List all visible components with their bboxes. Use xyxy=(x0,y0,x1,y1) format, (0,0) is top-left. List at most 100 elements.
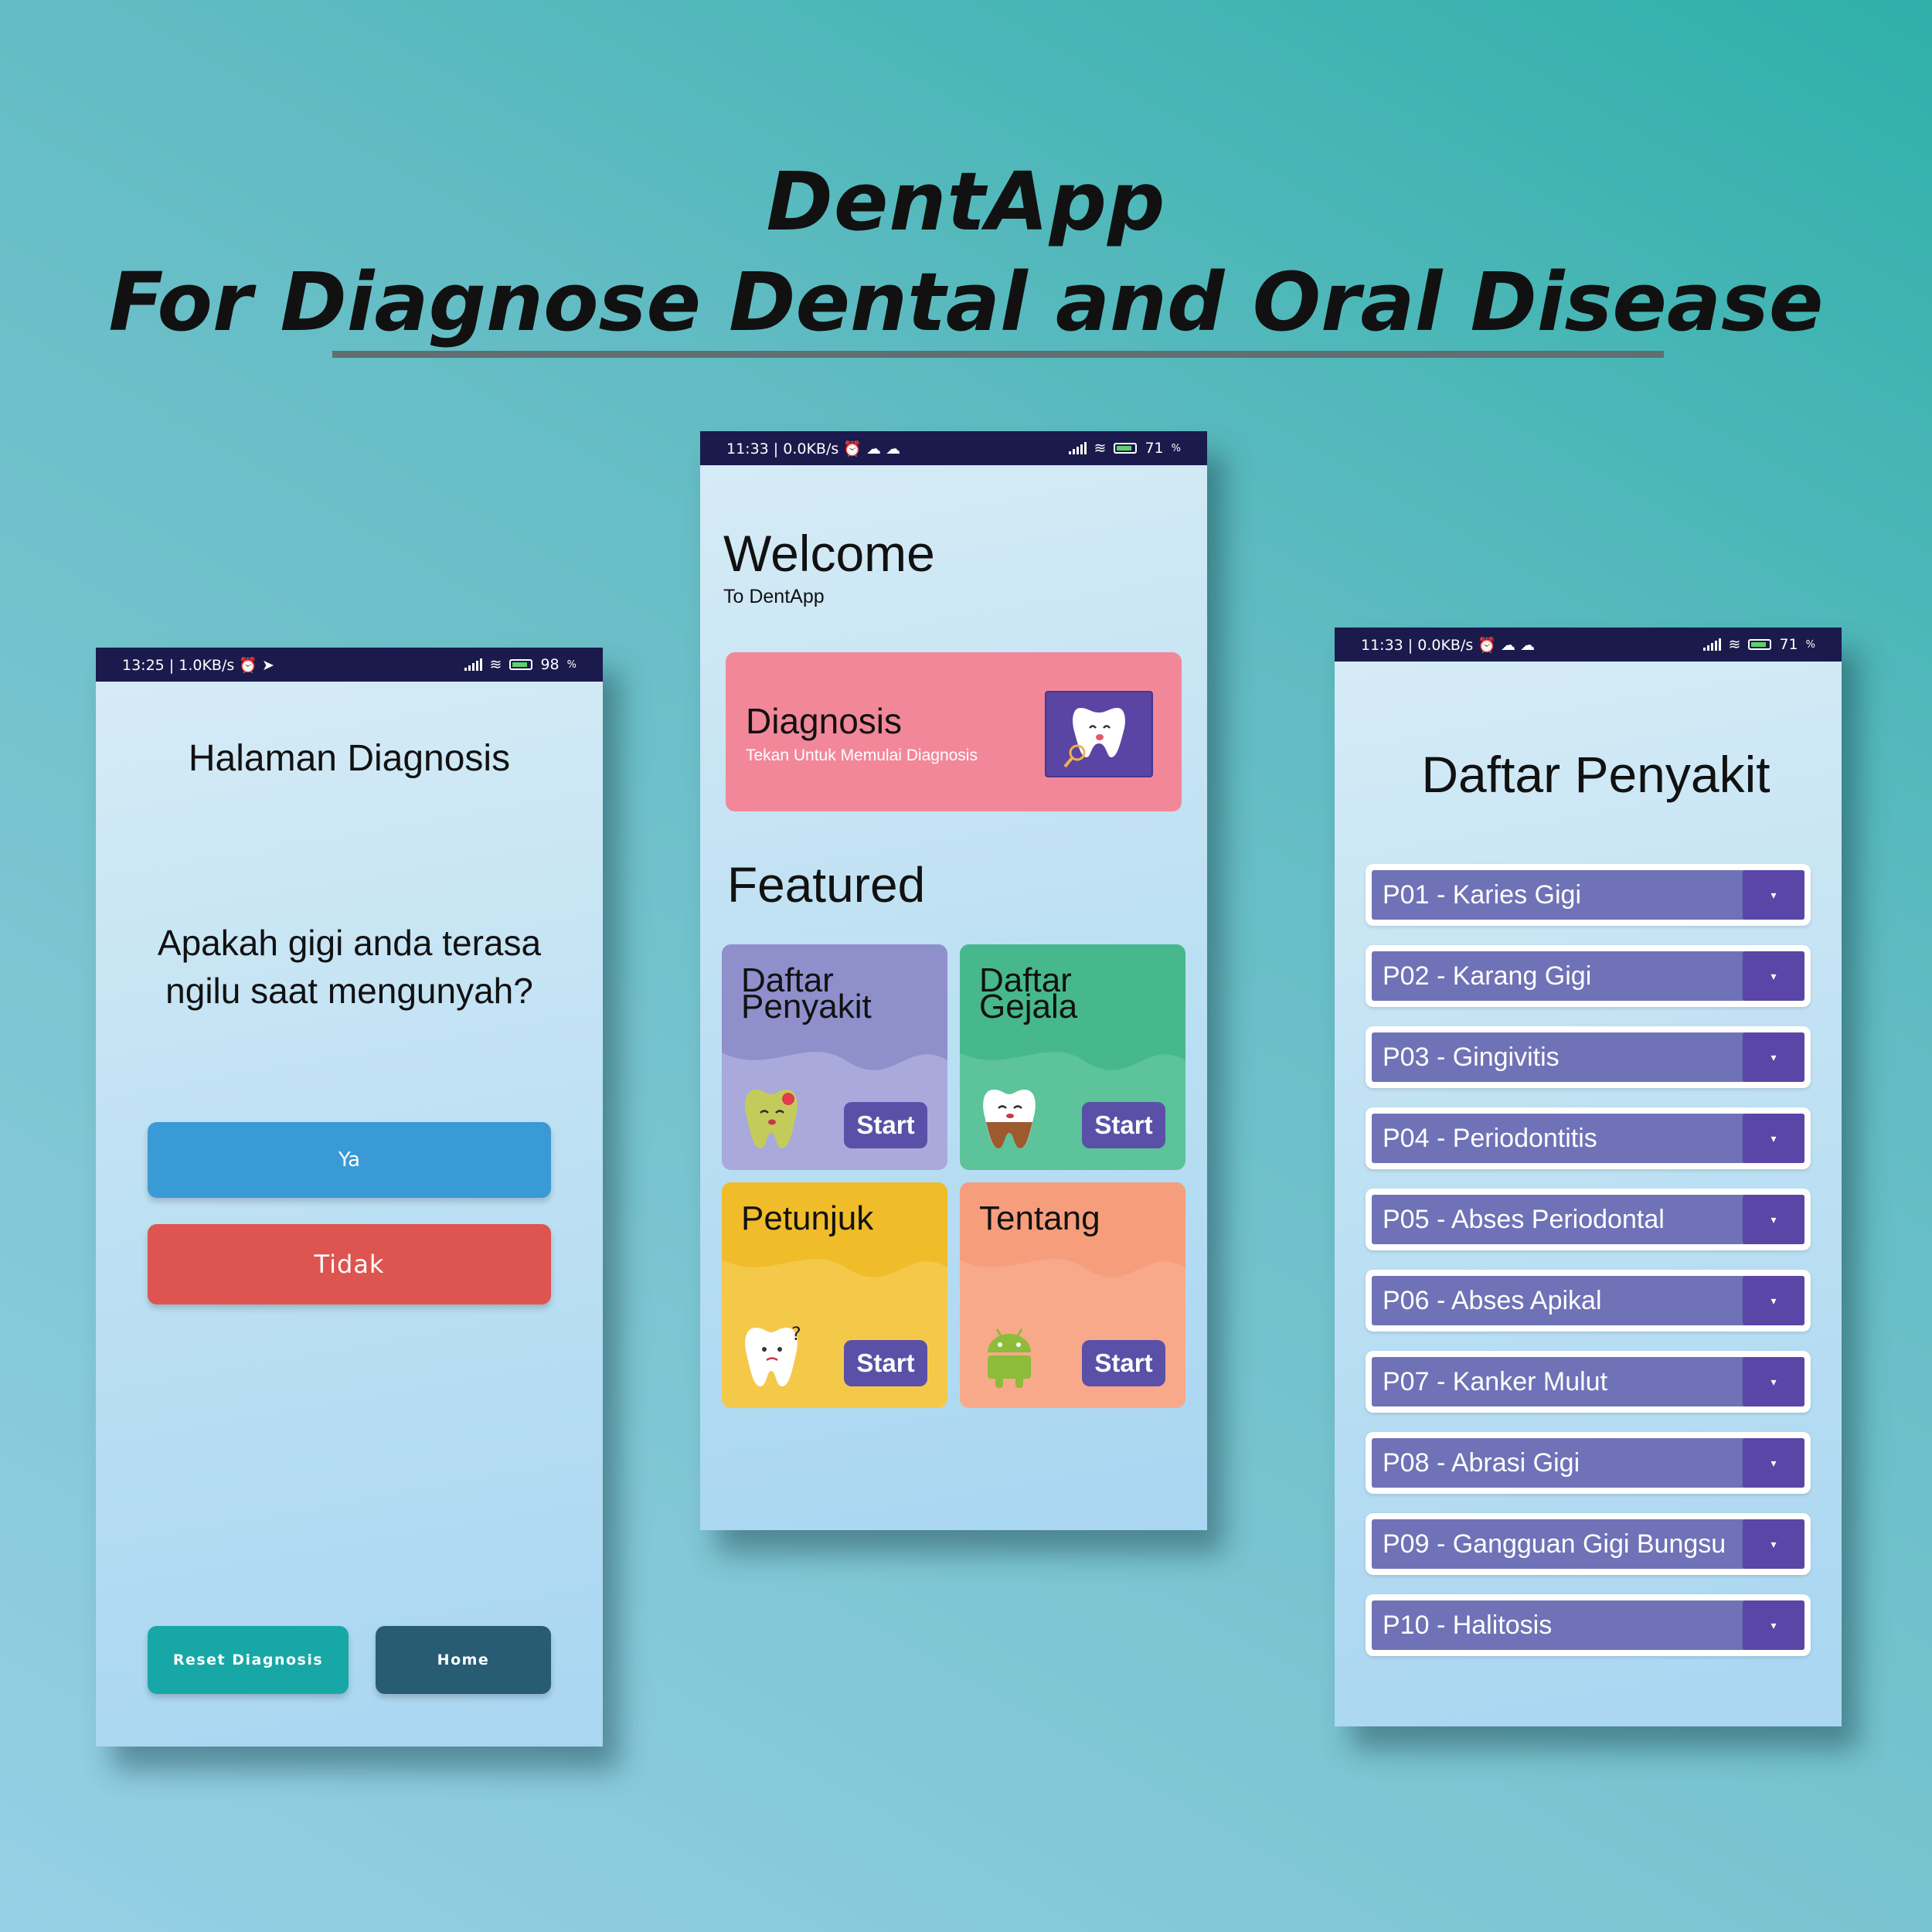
card-title: Daftar Gejala xyxy=(979,961,1078,1026)
disease-list-item[interactable]: P01 - Karies Gigi ▾ xyxy=(1366,864,1811,926)
card-petunjuk[interactable]: Petunjuk ? Start xyxy=(722,1182,947,1408)
start-button[interactable]: Start xyxy=(1082,1102,1165,1148)
send-icon: ➤ xyxy=(262,656,274,674)
disease-item-label: P06 - Abses Apikal xyxy=(1383,1286,1602,1315)
page-title: DentApp xyxy=(766,155,1166,249)
diagnosis-card[interactable]: Diagnosis Tekan Untuk Memulai Diagnosis xyxy=(726,652,1182,811)
percent-sign: % xyxy=(1805,638,1815,651)
disease-item-label: P08 - Abrasi Gigi xyxy=(1383,1448,1580,1478)
disease-item-bar: P06 - Abses Apikal ▾ xyxy=(1372,1276,1804,1325)
chevron-down-icon[interactable]: ▾ xyxy=(1743,1032,1804,1082)
chevron-down-icon[interactable]: ▾ xyxy=(1743,1438,1804,1488)
disease-item-bar: P07 - Kanker Mulut ▾ xyxy=(1372,1357,1804,1406)
alarm-icon: ⏰ xyxy=(1478,636,1496,654)
start-button[interactable]: Start xyxy=(1082,1340,1165,1386)
disease-item-label: P01 - Karies Gigi xyxy=(1383,880,1581,910)
disease-item-bar: P09 - Gangguan Gigi Bungsu ▾ xyxy=(1372,1519,1804,1569)
home-button[interactable]: Home xyxy=(376,1626,551,1694)
cloud-icon: ☁ xyxy=(886,440,901,457)
disease-item-label: P02 - Karang Gigi xyxy=(1383,961,1592,991)
alarm-icon: ⏰ xyxy=(843,440,862,457)
disease-item-label: P05 - Abses Periodontal xyxy=(1383,1205,1665,1234)
percent-sign: % xyxy=(566,658,577,671)
status-time: 13:25 | 1.0KB/s ⏰ ➤ xyxy=(122,656,274,674)
featured-heading: Featured xyxy=(727,857,926,913)
battery-icon xyxy=(509,659,533,670)
signal-icon xyxy=(1068,442,1087,454)
battery-icon xyxy=(1748,639,1772,650)
cloud-icon: ☁ xyxy=(1501,636,1516,654)
chevron-down-icon[interactable]: ▾ xyxy=(1743,1357,1804,1406)
disease-list: P01 - Karies Gigi ▾ P02 - Karang Gigi ▾ P03 … xyxy=(1366,864,1811,1675)
disease-list-item[interactable]: P08 - Abrasi Gigi ▾ xyxy=(1366,1432,1811,1494)
card-title: Daftar Penyakit xyxy=(741,961,872,1026)
phone-disease-list-screen: 11:33 | 0.0KB/s ⏰ ☁ ☁ ≋ 71% Daftar Penya… xyxy=(1335,628,1842,1726)
status-bar: 11:33 | 0.0KB/s ⏰ ☁ ☁ ≋ 71% xyxy=(700,431,1207,465)
no-button[interactable]: Tidak xyxy=(148,1224,551,1304)
start-button[interactable]: Start xyxy=(844,1102,927,1148)
screen-title: Daftar Penyakit xyxy=(1421,746,1770,803)
wifi-icon: ≋ xyxy=(489,656,502,673)
disease-list-item[interactable]: P10 - Halitosis ▾ xyxy=(1366,1594,1811,1656)
title-underline xyxy=(332,351,1664,358)
percent-sign: % xyxy=(1171,442,1181,454)
disease-item-label: P09 - Gangguan Gigi Bungsu xyxy=(1383,1529,1726,1559)
disease-list-item[interactable]: P04 - Periodontitis ▾ xyxy=(1366,1107,1811,1169)
signal-icon xyxy=(1702,638,1721,651)
card-daftar-penyakit[interactable]: Daftar Penyakit Start xyxy=(722,944,947,1170)
disease-list-item[interactable]: P03 - Gingivitis ▾ xyxy=(1366,1026,1811,1088)
diagnosis-card-title: Diagnosis xyxy=(746,701,902,741)
page-subtitle: For Diagnose Dental and Oral Disease xyxy=(108,255,1824,349)
chevron-down-icon[interactable]: ▾ xyxy=(1743,1114,1804,1163)
start-button[interactable]: Start xyxy=(844,1340,927,1386)
card-title: Tentang xyxy=(979,1199,1100,1237)
status-time: 11:33 | 0.0KB/s ⏰ ☁ ☁ xyxy=(1361,636,1536,654)
disease-list-item[interactable]: P06 - Abses Apikal ▾ xyxy=(1366,1270,1811,1332)
disease-list-item[interactable]: P05 - Abses Periodontal ▾ xyxy=(1366,1189,1811,1250)
chevron-down-icon[interactable]: ▾ xyxy=(1743,1519,1804,1569)
tooth-magnifier-icon xyxy=(1045,691,1153,777)
alarm-icon: ⏰ xyxy=(239,656,257,674)
svg-text:?: ? xyxy=(791,1325,801,1345)
wifi-icon: ≋ xyxy=(1728,636,1741,653)
disease-item-bar: P01 - Karies Gigi ▾ xyxy=(1372,870,1804,920)
card-tentang[interactable]: Tentang Start xyxy=(960,1182,1185,1408)
card-daftar-gejala[interactable]: Daftar Gejala Start xyxy=(960,944,1185,1170)
diagnosis-card-subtitle: Tekan Untuk Memulai Diagnosis xyxy=(746,747,978,764)
chevron-down-icon[interactable]: ▾ xyxy=(1743,1276,1804,1325)
disease-list-item[interactable]: P07 - Kanker Mulut ▾ xyxy=(1366,1351,1811,1413)
welcome-subheading: To DentApp xyxy=(723,586,825,607)
yes-button[interactable]: Ya xyxy=(148,1122,551,1198)
battery-level: 71 xyxy=(1145,440,1164,457)
battery-icon xyxy=(1114,443,1138,454)
disease-item-bar: P04 - Periodontitis ▾ xyxy=(1372,1114,1804,1163)
welcome-heading: Welcome xyxy=(723,525,935,582)
card-title: Petunjuk xyxy=(741,1199,874,1237)
reset-diagnosis-button[interactable]: Reset Diagnosis xyxy=(148,1626,349,1694)
tooth-roots-icon xyxy=(978,1087,1040,1155)
cloud-icon: ☁ xyxy=(1520,636,1536,654)
disease-item-bar: P02 - Karang Gigi ▾ xyxy=(1372,951,1804,1001)
signal-icon xyxy=(464,658,482,671)
disease-item-label: P03 - Gingivitis xyxy=(1383,1043,1560,1072)
status-bar: 11:33 | 0.0KB/s ⏰ ☁ ☁ ≋ 71% xyxy=(1335,628,1842,662)
screen-title: Halaman Diagnosis xyxy=(188,738,511,779)
disease-item-bar: P05 - Abses Periodontal ▾ xyxy=(1372,1195,1804,1244)
chevron-down-icon[interactable]: ▾ xyxy=(1743,1195,1804,1244)
chevron-down-icon[interactable]: ▾ xyxy=(1743,951,1804,1001)
phone-home-screen: 11:33 | 0.0KB/s ⏰ ☁ ☁ ≋ 71% Welcome To D… xyxy=(700,431,1207,1530)
battery-level: 71 xyxy=(1779,636,1798,653)
disease-item-label: P07 - Kanker Mulut xyxy=(1383,1367,1608,1396)
chevron-down-icon[interactable]: ▾ xyxy=(1743,1600,1804,1650)
wifi-icon: ≋ xyxy=(1094,440,1107,457)
disease-list-item[interactable]: P09 - Gangguan Gigi Bungsu ▾ xyxy=(1366,1513,1811,1575)
disease-item-bar: P10 - Halitosis ▾ xyxy=(1372,1600,1804,1650)
chevron-down-icon[interactable]: ▾ xyxy=(1743,870,1804,920)
disease-item-bar: P03 - Gingivitis ▾ xyxy=(1372,1032,1804,1082)
status-bar: 13:25 | 1.0KB/s ⏰ ➤ ≋ 98% xyxy=(96,648,603,682)
disease-item-label: P04 - Periodontitis xyxy=(1383,1124,1597,1153)
tooth-decay-icon xyxy=(740,1087,802,1155)
tooth-question-icon: ? xyxy=(740,1323,807,1393)
disease-list-item[interactable]: P02 - Karang Gigi ▾ xyxy=(1366,945,1811,1007)
cloud-icon: ☁ xyxy=(866,440,882,457)
